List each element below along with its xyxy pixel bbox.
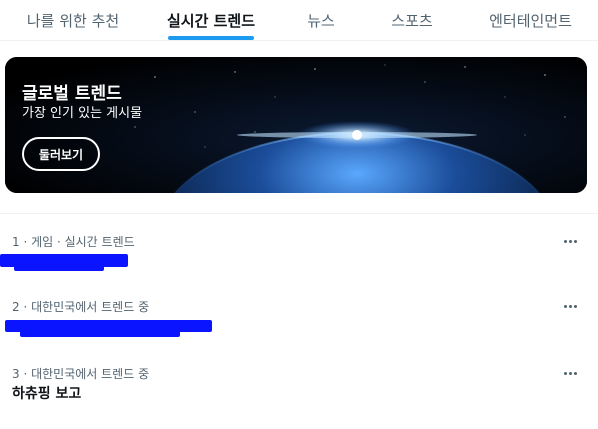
more-options-icon[interactable] — [558, 296, 582, 316]
trend-item[interactable]: 2 · 대한민국에서 트렌드 중 — [0, 298, 598, 358]
redacted-trend-name — [20, 329, 180, 337]
trend-context: 1 · 게임 · 실시간 트렌드 — [12, 235, 135, 249]
trend-name: 하츄핑 보고 — [12, 386, 82, 402]
earth-from-space-image — [5, 57, 587, 193]
banner-subtitle: 가장 인기 있는 게시물 — [22, 106, 143, 121]
section-divider — [0, 213, 598, 214]
explore-button[interactable]: 둘러보기 — [22, 137, 100, 171]
trend-tabs: 나를 위한 추천 실시간 트렌드 뉴스 스포츠 엔터테인먼트 — [0, 0, 598, 41]
trend-item[interactable]: 1 · 게임 · 실시간 트렌드 — [0, 233, 598, 293]
trend-context: 2 · 대한민국에서 트렌드 중 — [12, 300, 150, 314]
tab-trending[interactable]: 실시간 트렌드 — [160, 0, 262, 40]
trend-context: 3 · 대한민국에서 트렌드 중 — [12, 367, 150, 381]
trend-item[interactable]: 3 · 대한민국에서 트렌드 중 하츄핑 보고 — [0, 365, 598, 425]
banner-title: 글로벌 트렌드 — [22, 84, 122, 104]
redacted-trend-name — [14, 263, 104, 271]
more-options-icon[interactable] — [558, 231, 582, 251]
tab-entertainment[interactable]: 엔터테인먼트 — [478, 0, 583, 40]
active-tab-indicator — [168, 36, 254, 40]
tab-for-you[interactable]: 나를 위한 추천 — [18, 0, 128, 40]
global-trends-banner[interactable]: 글로벌 트렌드 가장 인기 있는 게시물 둘러보기 — [5, 57, 587, 193]
more-options-icon[interactable] — [558, 363, 582, 383]
tab-sports[interactable]: 스포츠 — [382, 0, 442, 40]
tab-news[interactable]: 뉴스 — [296, 0, 346, 40]
